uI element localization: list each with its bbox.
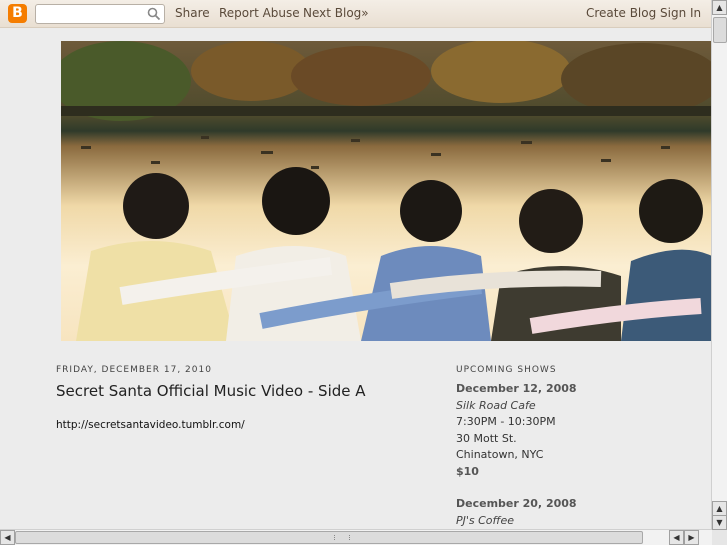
post-date-header: Friday, December 17, 2010	[56, 365, 212, 375]
show-address: 30 Mott St.	[456, 431, 517, 445]
horizontal-scrollbar[interactable]: ◀ ◀ ▶	[0, 529, 712, 545]
show-date: December 12, 2008	[456, 382, 577, 395]
search-icon[interactable]	[147, 7, 161, 21]
scroll-up-icon[interactable]: ▲	[712, 0, 727, 15]
post-body-link[interactable]: http://secretsantavideo.tumblr.com/	[56, 419, 245, 431]
post-title[interactable]: Secret Santa Official Music Video - Side…	[56, 382, 366, 400]
show-venue: PJ's Coffee	[456, 513, 515, 527]
create-blog-link[interactable]: Create Blog	[586, 6, 656, 20]
scroll-left-small-icon[interactable]: ◀	[669, 530, 684, 545]
scroll-down-icon[interactable]: ▼	[712, 515, 727, 530]
share-link[interactable]: Share	[175, 6, 210, 20]
show-time: 7:30PM - 10:30PM	[456, 415, 556, 428]
blogger-logo-icon[interactable]: B	[8, 4, 27, 23]
sign-in-link[interactable]: Sign In	[660, 6, 701, 20]
blogger-navbar: B Share Report Abuse Next Blog» Create B…	[0, 0, 711, 28]
show-city: Chinatown, NYC	[456, 448, 544, 461]
horizontal-scroll-thumb[interactable]	[15, 531, 643, 544]
report-abuse-link[interactable]: Report Abuse	[219, 6, 300, 20]
grip-icon	[334, 535, 350, 540]
show-venue: Silk Road Cafe	[456, 398, 536, 412]
scroll-up-small-icon[interactable]: ▲	[712, 501, 727, 516]
sidebar-title: Upcoming Shows	[456, 365, 557, 375]
show-date: December 20, 2008	[456, 497, 577, 510]
scrollbar-corner	[712, 530, 727, 545]
vertical-scrollbar[interactable]: ▲ ▲ ▼	[711, 0, 727, 530]
scroll-right-icon[interactable]: ▶	[684, 530, 699, 545]
next-blog-link[interactable]: Next Blog»	[303, 6, 369, 20]
show-price: $10	[456, 464, 479, 478]
vertical-scroll-thumb[interactable]	[713, 17, 727, 43]
show-item: December 12, 2008 Silk Road Cafe 7:30PM …	[456, 381, 577, 480]
show-item: December 20, 2008 PJ's Coffee	[456, 496, 577, 529]
scroll-left-icon[interactable]: ◀	[0, 530, 15, 545]
header-image	[61, 41, 712, 341]
search-input[interactable]	[35, 4, 165, 24]
